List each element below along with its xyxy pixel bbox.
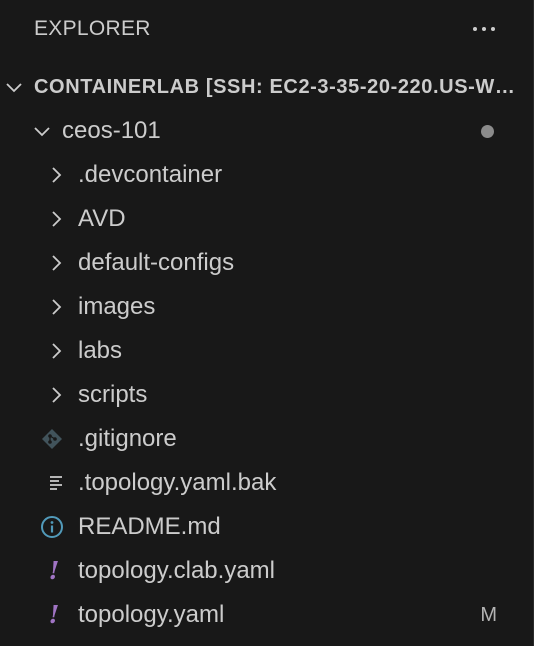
tree-folder-labs[interactable]: labs xyxy=(0,329,533,373)
tree-folder-scripts[interactable]: scripts xyxy=(0,373,533,417)
tree-file-topology-yaml[interactable]: ! topology.yaml M xyxy=(0,593,533,637)
file-label: topology.yaml xyxy=(78,601,225,628)
tree-folder-default-configs[interactable]: default-configs xyxy=(0,241,533,285)
yaml-exclamation-icon: ! xyxy=(48,600,60,629)
folder-label: ceos-101 xyxy=(62,117,161,144)
file-label: topology.clab.yaml xyxy=(78,557,275,584)
tree-folder-images[interactable]: images xyxy=(0,285,533,329)
explorer-title: EXPLORER xyxy=(34,17,151,40)
folder-label: .devcontainer xyxy=(78,161,223,188)
workspace-section-header[interactable]: CONTAINERLAB [SSH: EC2-3-35-20-220.US-WE… xyxy=(0,65,533,109)
info-icon xyxy=(40,515,64,539)
folder-label: images xyxy=(78,293,156,320)
modified-dot-icon xyxy=(481,124,494,138)
tree-folder-ceos-101[interactable]: ceos-101 xyxy=(0,109,533,153)
file-label: .topology.yaml.bak xyxy=(78,469,277,496)
workspace-label: CONTAINERLAB [SSH: EC2-3-35-20-220.US-WE… xyxy=(34,76,524,98)
tree-file-topology-clab-yaml[interactable]: ! topology.clab.yaml xyxy=(0,549,533,593)
folder-label: scripts xyxy=(78,381,148,408)
folder-label: default-configs xyxy=(78,249,235,276)
explorer-header: EXPLORER xyxy=(0,0,533,60)
ellipsis-icon-dot xyxy=(482,27,486,31)
chevron-right-icon xyxy=(46,253,66,273)
chevron-right-icon xyxy=(46,209,66,229)
chevron-down-icon xyxy=(32,121,52,141)
chevron-right-icon xyxy=(46,341,66,361)
git-modified-badge: M xyxy=(480,603,497,626)
ellipsis-icon xyxy=(473,27,477,31)
chevron-right-icon xyxy=(46,297,66,317)
tree-folder-devcontainer[interactable]: .devcontainer xyxy=(0,153,533,197)
tree-folder-avd[interactable]: AVD xyxy=(0,197,533,241)
chevron-right-icon xyxy=(46,165,66,185)
yaml-exclamation-icon: ! xyxy=(48,556,60,585)
folder-label: AVD xyxy=(78,205,126,232)
chevron-right-icon xyxy=(46,385,66,405)
file-label: README.md xyxy=(78,513,221,540)
folder-label: labs xyxy=(78,337,123,364)
text-lines-icon xyxy=(44,471,68,495)
tree-file-readme[interactable]: README.md xyxy=(0,505,533,549)
ellipsis-icon-dot xyxy=(491,27,495,31)
git-diamond-icon xyxy=(40,427,64,451)
file-label: .gitignore xyxy=(78,425,177,452)
more-actions-button[interactable] xyxy=(464,15,504,43)
explorer-panel: EXPLORER CONTAINERLAB [SSH: EC2-3-35-20-… xyxy=(0,0,534,646)
tree-file-topology-yaml-bak[interactable]: .topology.yaml.bak xyxy=(0,461,533,505)
tree-file-gitignore[interactable]: .gitignore xyxy=(0,417,533,461)
chevron-down-icon xyxy=(4,77,24,97)
